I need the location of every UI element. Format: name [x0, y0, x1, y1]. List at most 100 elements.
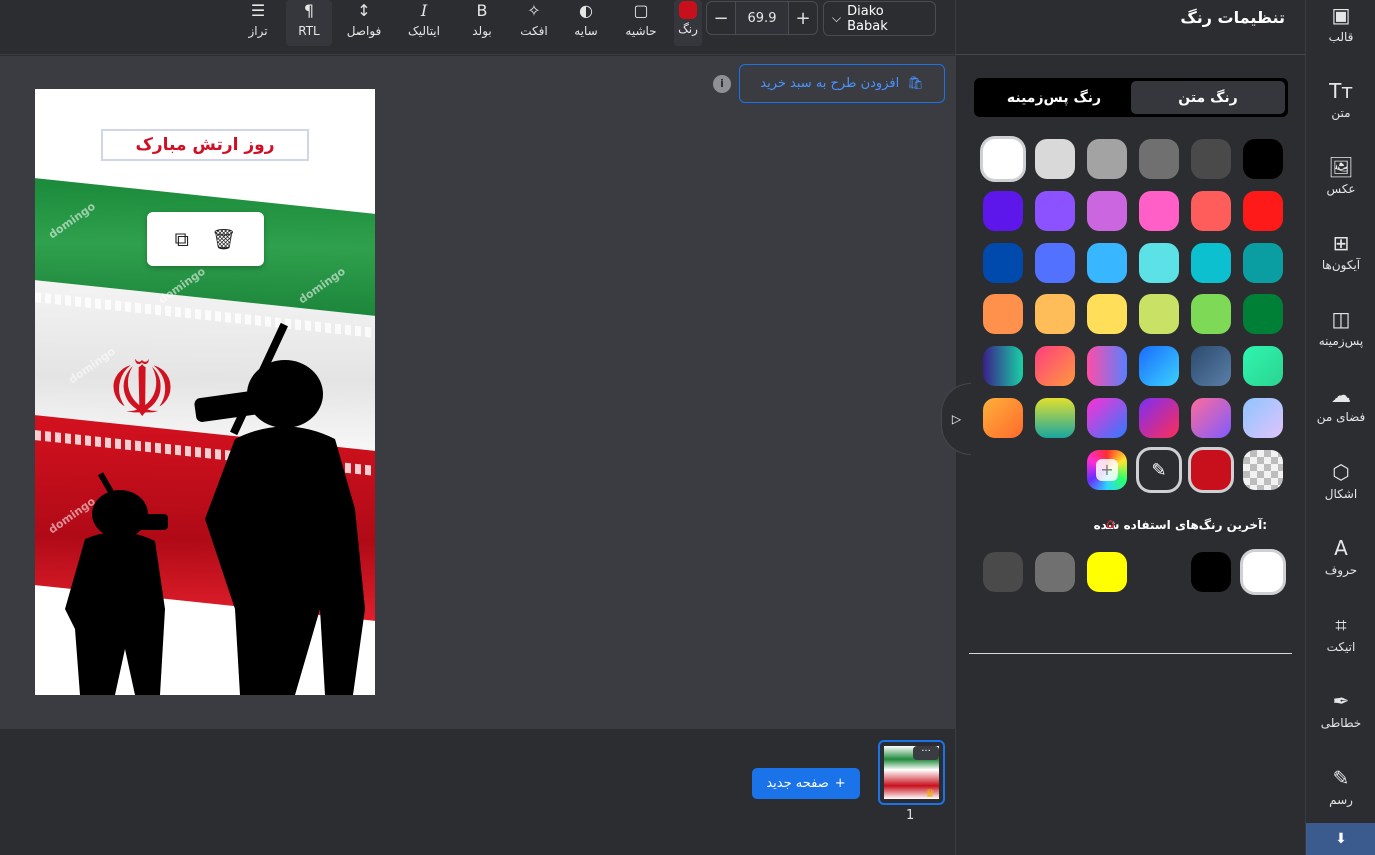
add-to-cart-button[interactable]: افزودن طرح به سبد خرید 🛍	[739, 64, 945, 103]
color-swatch[interactable]	[1087, 243, 1127, 283]
font-size-value[interactable]: 69.9	[735, 2, 789, 34]
spacing-button[interactable]: ↕ فواصل	[344, 0, 384, 46]
color-swatch[interactable]	[1243, 191, 1283, 231]
gradient-swatch[interactable]	[1243, 346, 1283, 386]
tag-icon: ⌗	[1335, 613, 1347, 637]
color-swatch[interactable]	[1139, 191, 1179, 231]
new-page-button[interactable]: صفحه جدید +	[752, 768, 860, 799]
increase-button[interactable]: +	[789, 8, 817, 29]
color-swatch[interactable]	[1087, 294, 1127, 334]
sidebar-item[interactable]: ☁ فضای من	[1306, 374, 1375, 434]
recent-color-swatch[interactable]	[1035, 552, 1075, 592]
bold-button[interactable]: B بولد	[467, 0, 497, 46]
color-swatch[interactable]	[1035, 294, 1075, 334]
effect-button[interactable]: ✧ افکت	[517, 0, 551, 46]
recent-color-swatch[interactable]	[983, 552, 1023, 592]
sidebar-item-label: فضای من	[1316, 410, 1366, 424]
tab-background-color[interactable]: رنگ پس‌زمینه	[977, 81, 1131, 114]
gradient-swatch[interactable]	[1243, 398, 1283, 438]
decrease-button[interactable]: −	[707, 8, 735, 29]
color-button[interactable]: رنگ	[674, 0, 702, 46]
gradient-swatch[interactable]	[1191, 398, 1231, 438]
color-swatch[interactable]	[983, 294, 1023, 334]
shadow-button[interactable]: ◐ سایه	[571, 0, 601, 46]
color-swatch[interactable]	[1139, 139, 1179, 179]
design-canvas[interactable]: ☫ domingo domingo domingo domingo doming…	[35, 89, 375, 695]
italic-icon: I	[420, 1, 428, 20]
italic-button[interactable]: I ایتالیک	[403, 0, 445, 46]
gradient-swatch[interactable]	[983, 346, 1023, 386]
transparent-swatch[interactable]	[1243, 450, 1283, 490]
shadow-label: سایه	[574, 24, 598, 38]
info-icon[interactable]: i	[713, 75, 731, 93]
sidebar-item[interactable]: ✎ رسم	[1306, 757, 1375, 817]
divider	[956, 54, 1306, 55]
sidebar-item[interactable]: A حروف	[1306, 527, 1375, 587]
sidebar-item[interactable]: 🖼 عکس	[1306, 146, 1375, 206]
gradient-swatch[interactable]	[1139, 346, 1179, 386]
gradient-swatch[interactable]	[1087, 346, 1127, 386]
sidebar-item[interactable]: ✒ خطاطی	[1306, 680, 1375, 740]
poster-title[interactable]: روز ارتش مبارک	[101, 129, 309, 161]
recent-color-swatch[interactable]	[1191, 552, 1231, 592]
gradient-swatch[interactable]	[1035, 346, 1075, 386]
color-swatch[interactable]	[1035, 139, 1075, 179]
shadow-icon: ◐	[579, 1, 593, 20]
sidebar-item[interactable]: Tт متن	[1306, 70, 1375, 130]
eyedropper-icon[interactable]: ✎	[1139, 450, 1179, 490]
sidebar-item[interactable]: ◫ پس‌زمینه	[1306, 298, 1375, 358]
color-swatch-icon	[679, 1, 697, 19]
color-swatch[interactable]	[1139, 243, 1179, 283]
color-swatch[interactable]	[1243, 139, 1283, 179]
sidebar-item[interactable]: ▣ قالب	[1306, 0, 1375, 54]
border-square-icon: ▢	[633, 1, 649, 20]
bold-icon: B	[476, 1, 488, 20]
line-spacing-icon: ↕	[357, 1, 371, 20]
recent-color-swatch[interactable]	[1087, 552, 1127, 592]
color-swatch[interactable]	[1035, 243, 1075, 283]
align-icon: ☰	[250, 1, 266, 20]
rtl-button[interactable]: ¶ RTL	[286, 0, 332, 46]
color-swatch[interactable]	[1087, 139, 1127, 179]
add-custom-color-button[interactable]: +	[1087, 450, 1127, 490]
color-swatch[interactable]	[983, 191, 1023, 231]
gradient-swatch[interactable]	[1035, 398, 1075, 438]
sidebar-item[interactable]: ⬡ اشکال	[1306, 451, 1375, 511]
gradient-swatch[interactable]	[983, 398, 1023, 438]
color-label: رنگ	[678, 22, 698, 36]
gradient-swatch[interactable]	[1191, 346, 1231, 386]
pen-icon: ✎	[1332, 766, 1350, 790]
color-swatch[interactable]	[1191, 191, 1231, 231]
bold-label: بولد	[472, 24, 492, 38]
clear-recent-icon[interactable]: ⌂	[1106, 516, 1122, 532]
sidebar-item[interactable]: ⌗ اتیکت	[1306, 604, 1375, 664]
color-swatch[interactable]	[1243, 243, 1283, 283]
sidebar-item[interactable]: ⊞ آیکون‌ها	[1306, 222, 1375, 282]
color-swatch[interactable]	[1243, 294, 1283, 334]
page-thumbnail[interactable]: ··· ♛	[878, 740, 945, 805]
more-options-button[interactable]: ···	[913, 746, 939, 760]
color-swatch[interactable]	[983, 243, 1023, 283]
color-swatch[interactable]	[1191, 294, 1231, 334]
scroll-down-button[interactable]: ⬇	[1306, 823, 1375, 855]
color-swatch[interactable]	[1139, 294, 1179, 334]
color-settings-panel: تنظیمات رنگ رنگ پس‌زمینه رنگ متن ✎ + آخر…	[955, 0, 1306, 855]
color-swatch[interactable]	[983, 139, 1023, 179]
duplicate-icon[interactable]: ⧉	[175, 227, 189, 251]
gradient-swatch[interactable]	[1087, 398, 1127, 438]
current-color-swatch[interactable]	[1191, 450, 1231, 490]
trash-icon[interactable]: 🗑	[211, 227, 236, 251]
color-swatch[interactable]	[1087, 191, 1127, 231]
tab-text-color[interactable]: رنگ متن	[1131, 81, 1285, 114]
color-swatch[interactable]	[1035, 191, 1075, 231]
border-button[interactable]: ▢ حاشیه	[622, 0, 660, 46]
font-select[interactable]: ⌵ Diako Babak	[823, 1, 936, 36]
color-swatch[interactable]	[1191, 243, 1231, 283]
top-toolbar: ☰ تراز ¶ RTL ↕ فواصل I ایتالیک B بولد ✧ …	[0, 0, 955, 55]
feather-icon: ✒	[1332, 689, 1350, 713]
color-swatch[interactable]	[1191, 139, 1231, 179]
sidebar-item-label: اشکال	[1324, 487, 1358, 501]
align-button[interactable]: ☰ تراز	[244, 0, 272, 46]
recent-color-swatch[interactable]	[1243, 552, 1283, 592]
gradient-swatch[interactable]	[1139, 398, 1179, 438]
